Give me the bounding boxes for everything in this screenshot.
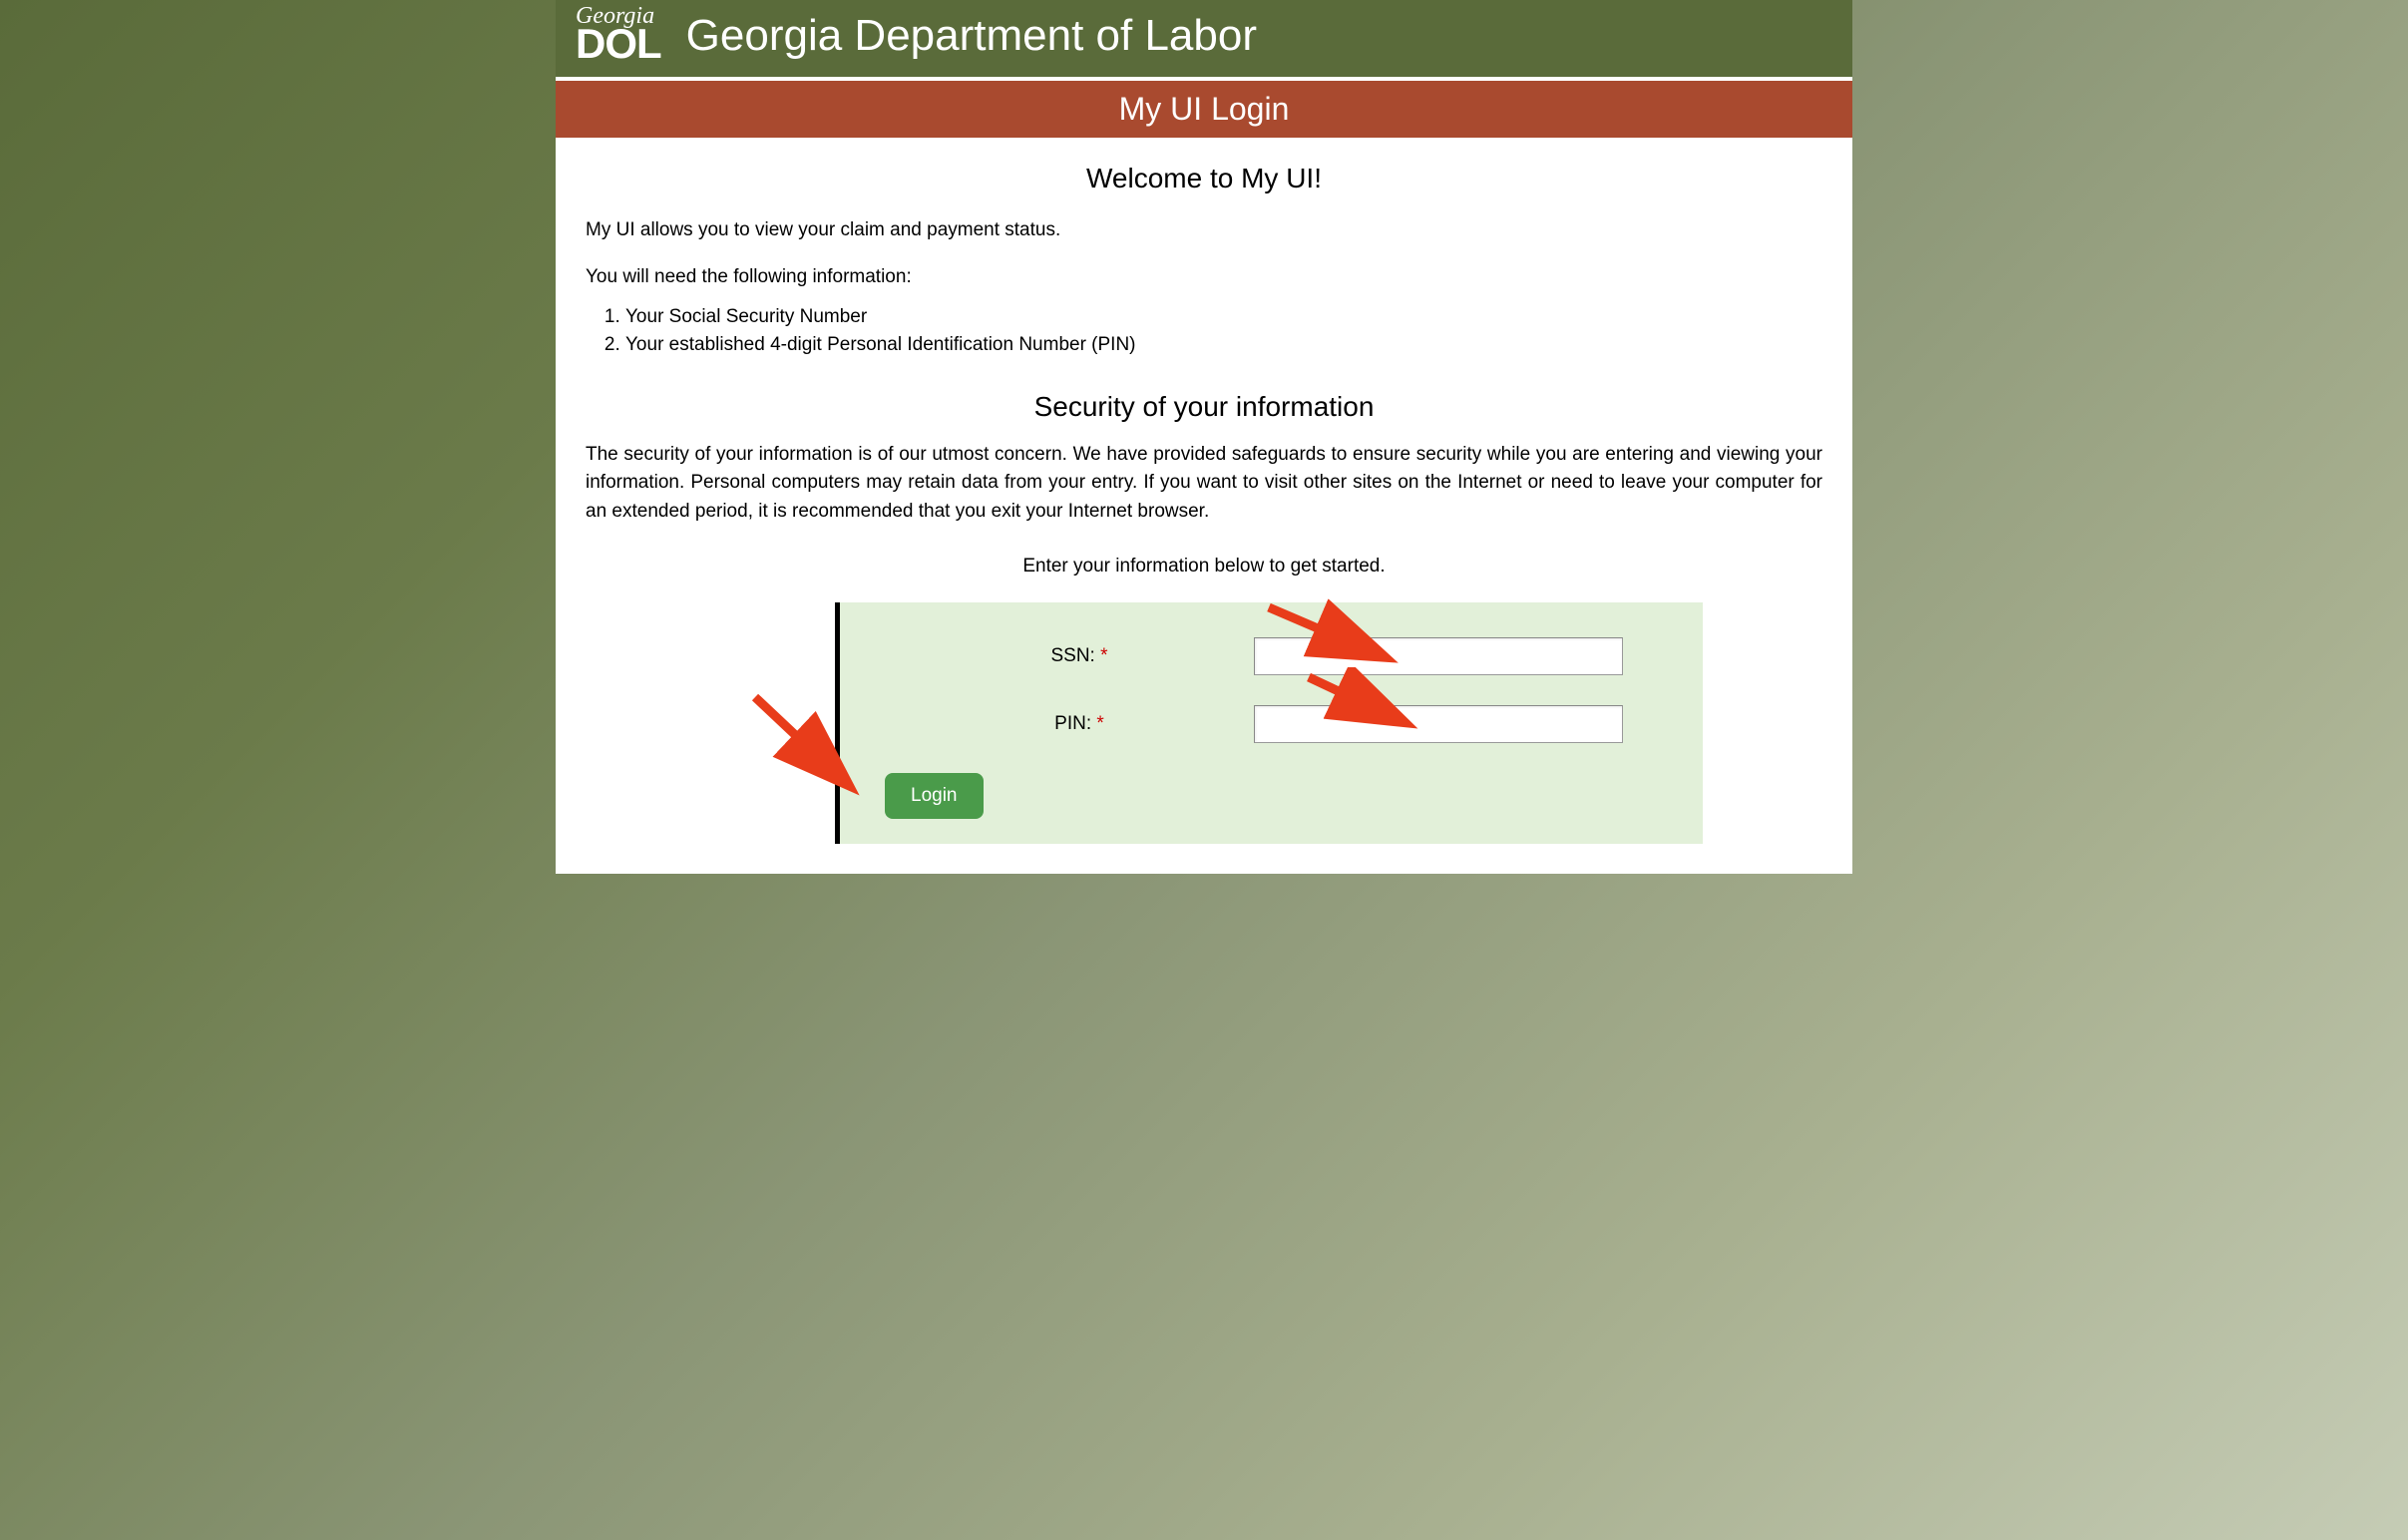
enter-info-prompt: Enter your information below to get star…: [586, 556, 1822, 578]
logo-main-text: DOL: [576, 23, 661, 65]
security-text: The security of your information is of o…: [586, 441, 1822, 527]
login-button[interactable]: Login: [885, 773, 984, 819]
ssn-label: SSN: *: [920, 645, 1239, 667]
requirement-item: Your established 4-digit Personal Identi…: [625, 334, 1822, 356]
welcome-heading: Welcome to My UI!: [586, 163, 1822, 194]
pin-label: PIN: *: [920, 713, 1239, 735]
header-bar: Georgia DOL Georgia Department of Labor: [556, 0, 1852, 81]
content-panel: Welcome to My UI! My UI allows you to vi…: [556, 138, 1852, 875]
page-title: Georgia Department of Labor: [686, 11, 1257, 61]
security-heading: Security of your information: [586, 391, 1822, 423]
required-asterisk: *: [1096, 713, 1103, 734]
banner-title: My UI Login: [556, 81, 1852, 138]
logo: Georgia DOL: [576, 8, 661, 65]
pin-input[interactable]: [1254, 705, 1623, 743]
login-form: SSN: * PIN: * Login: [835, 602, 1703, 844]
required-asterisk: *: [1100, 645, 1107, 666]
requirement-item: Your Social Security Number: [625, 306, 1822, 328]
requirements-intro: You will need the following information:: [586, 266, 1822, 288]
login-form-wrapper: SSN: * PIN: * Login: [705, 602, 1703, 844]
requirements-list: Your Social Security Number Your establi…: [625, 306, 1822, 356]
ssn-input[interactable]: [1254, 637, 1623, 675]
intro-text: My UI allows you to view your claim and …: [586, 219, 1822, 241]
